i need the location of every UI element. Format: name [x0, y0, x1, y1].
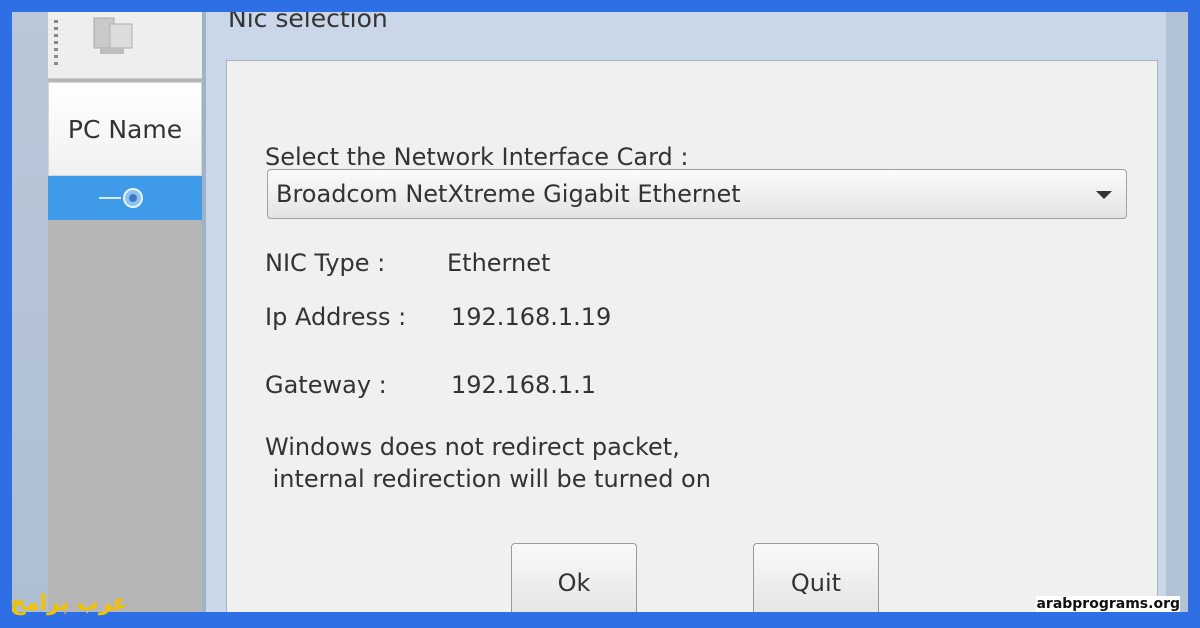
window-right-edge [1166, 12, 1188, 612]
nic-select[interactable]: Broadcom NetXtreme Gigabit Ethernet [267, 169, 1127, 219]
quit-button-label: Quit [790, 569, 842, 597]
brand-watermark-arabic: عرب برامج [10, 591, 128, 616]
ok-button-label: Ok [557, 569, 591, 597]
nic-type-label: NIC Type : [265, 249, 386, 277]
window-edge [12, 12, 48, 612]
brand-watermark-url: arabprograms.org [1036, 596, 1180, 612]
select-nic-label: Select the Network Interface Card : [265, 143, 689, 171]
ok-button[interactable]: Ok [511, 543, 637, 612]
toolbar [48, 12, 202, 79]
screenshot-frame: PC Name Nic selection Select the Network… [12, 12, 1188, 612]
toolbar-grip[interactable] [54, 20, 58, 66]
ip-address-label: Ip Address : [265, 303, 407, 331]
network-adapter-icon [99, 188, 143, 208]
dialog-title: Nic selection [228, 12, 388, 33]
gateway-label: Gateway : [265, 371, 387, 399]
pc-tower-icon[interactable] [80, 14, 144, 58]
ip-address-value: 192.168.1.19 [451, 303, 612, 331]
gateway-value: 192.168.1.1 [451, 371, 597, 399]
pc-list-row-selected[interactable] [48, 176, 202, 220]
nic-select-value: Broadcom NetXtreme Gigabit Ethernet [276, 180, 741, 208]
quit-button[interactable]: Quit [753, 543, 879, 612]
nic-type-value: Ethernet [447, 249, 551, 277]
pc-name-column-header[interactable]: PC Name [48, 82, 202, 176]
nic-selection-dialog: Nic selection Select the Network Interfa… [206, 12, 1188, 612]
dialog-content: Select the Network Interface Card : Broa… [226, 60, 1158, 612]
redirect-message-line1: Windows does not redirect packet, [265, 433, 680, 461]
pc-name-header-label: PC Name [67, 114, 183, 144]
redirect-message-line2: internal redirection will be turned on [265, 465, 711, 493]
pc-list-panel: PC Name [48, 12, 202, 612]
chevron-down-icon[interactable] [1096, 191, 1112, 199]
